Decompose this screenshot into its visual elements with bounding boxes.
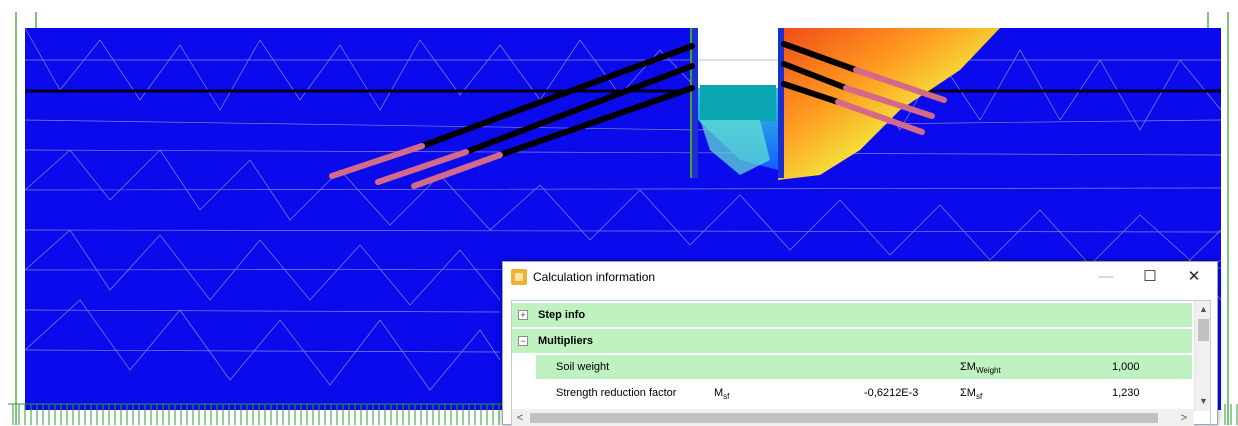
expand-icon[interactable]: + xyxy=(518,310,528,320)
scroll-thumb[interactable] xyxy=(530,413,1158,423)
vertical-scrollbar[interactable]: ▲ ▼ xyxy=(1194,301,1210,411)
multiplier-name: Soil weight xyxy=(556,361,610,373)
scroll-left-icon[interactable]: < xyxy=(512,409,528,426)
left-wall-edge xyxy=(690,28,692,178)
minimize-button[interactable]: — xyxy=(1085,262,1127,292)
maximize-button[interactable]: ☐ xyxy=(1129,262,1171,292)
close-button[interactable]: ✕ xyxy=(1173,262,1215,292)
horizontal-scrollbar[interactable]: < > xyxy=(512,409,1194,426)
scroll-up-icon[interactable]: ▲ xyxy=(1195,301,1210,317)
fixity-ticks-right xyxy=(1220,404,1238,425)
excavation-gap xyxy=(698,28,778,88)
sum-multiplier-symbol: ΣMsf xyxy=(960,387,983,402)
info-tree[interactable]: + Step info − Multipliers Soil weight ΣM… xyxy=(511,300,1211,426)
section-multipliers[interactable]: − Multipliers xyxy=(512,329,1192,353)
window-titlebar[interactable]: Calculation information — ☐ ✕ xyxy=(503,262,1217,292)
scroll-down-icon[interactable]: ▼ xyxy=(1195,393,1210,409)
calculation-information-window[interactable]: Calculation information — ☐ ✕ + Step inf… xyxy=(502,261,1218,426)
multiplier-symbol: Msf xyxy=(714,387,730,402)
scroll-thumb[interactable] xyxy=(1198,319,1209,341)
window-title: Calculation information xyxy=(533,270,656,284)
collapse-icon[interactable]: − xyxy=(518,336,528,346)
sum-multiplier-value: 1,000 xyxy=(1112,361,1140,373)
app-icon xyxy=(511,269,527,285)
section-label: Multipliers xyxy=(538,335,594,347)
excavation-strut-zone xyxy=(700,85,776,121)
multiplier-value: -0,6212E-3 xyxy=(864,387,919,399)
section-label: Step info xyxy=(538,309,586,321)
section-step-info[interactable]: + Step info xyxy=(512,303,1192,327)
left-wall xyxy=(692,28,698,178)
scroll-right-icon[interactable]: > xyxy=(1176,409,1192,426)
multiplier-row: Strength reduction factor Msf -0,6212E-3… xyxy=(536,381,1192,405)
fixity-ticks xyxy=(8,404,503,425)
sum-multiplier-symbol: ΣMWeight xyxy=(960,361,1001,376)
sum-multiplier-value: 1,230 xyxy=(1112,387,1140,399)
right-wall xyxy=(778,28,784,178)
multiplier-name: Strength reduction factor xyxy=(556,387,677,399)
multiplier-row: Soil weight ΣMWeight 1,000 xyxy=(536,355,1192,379)
